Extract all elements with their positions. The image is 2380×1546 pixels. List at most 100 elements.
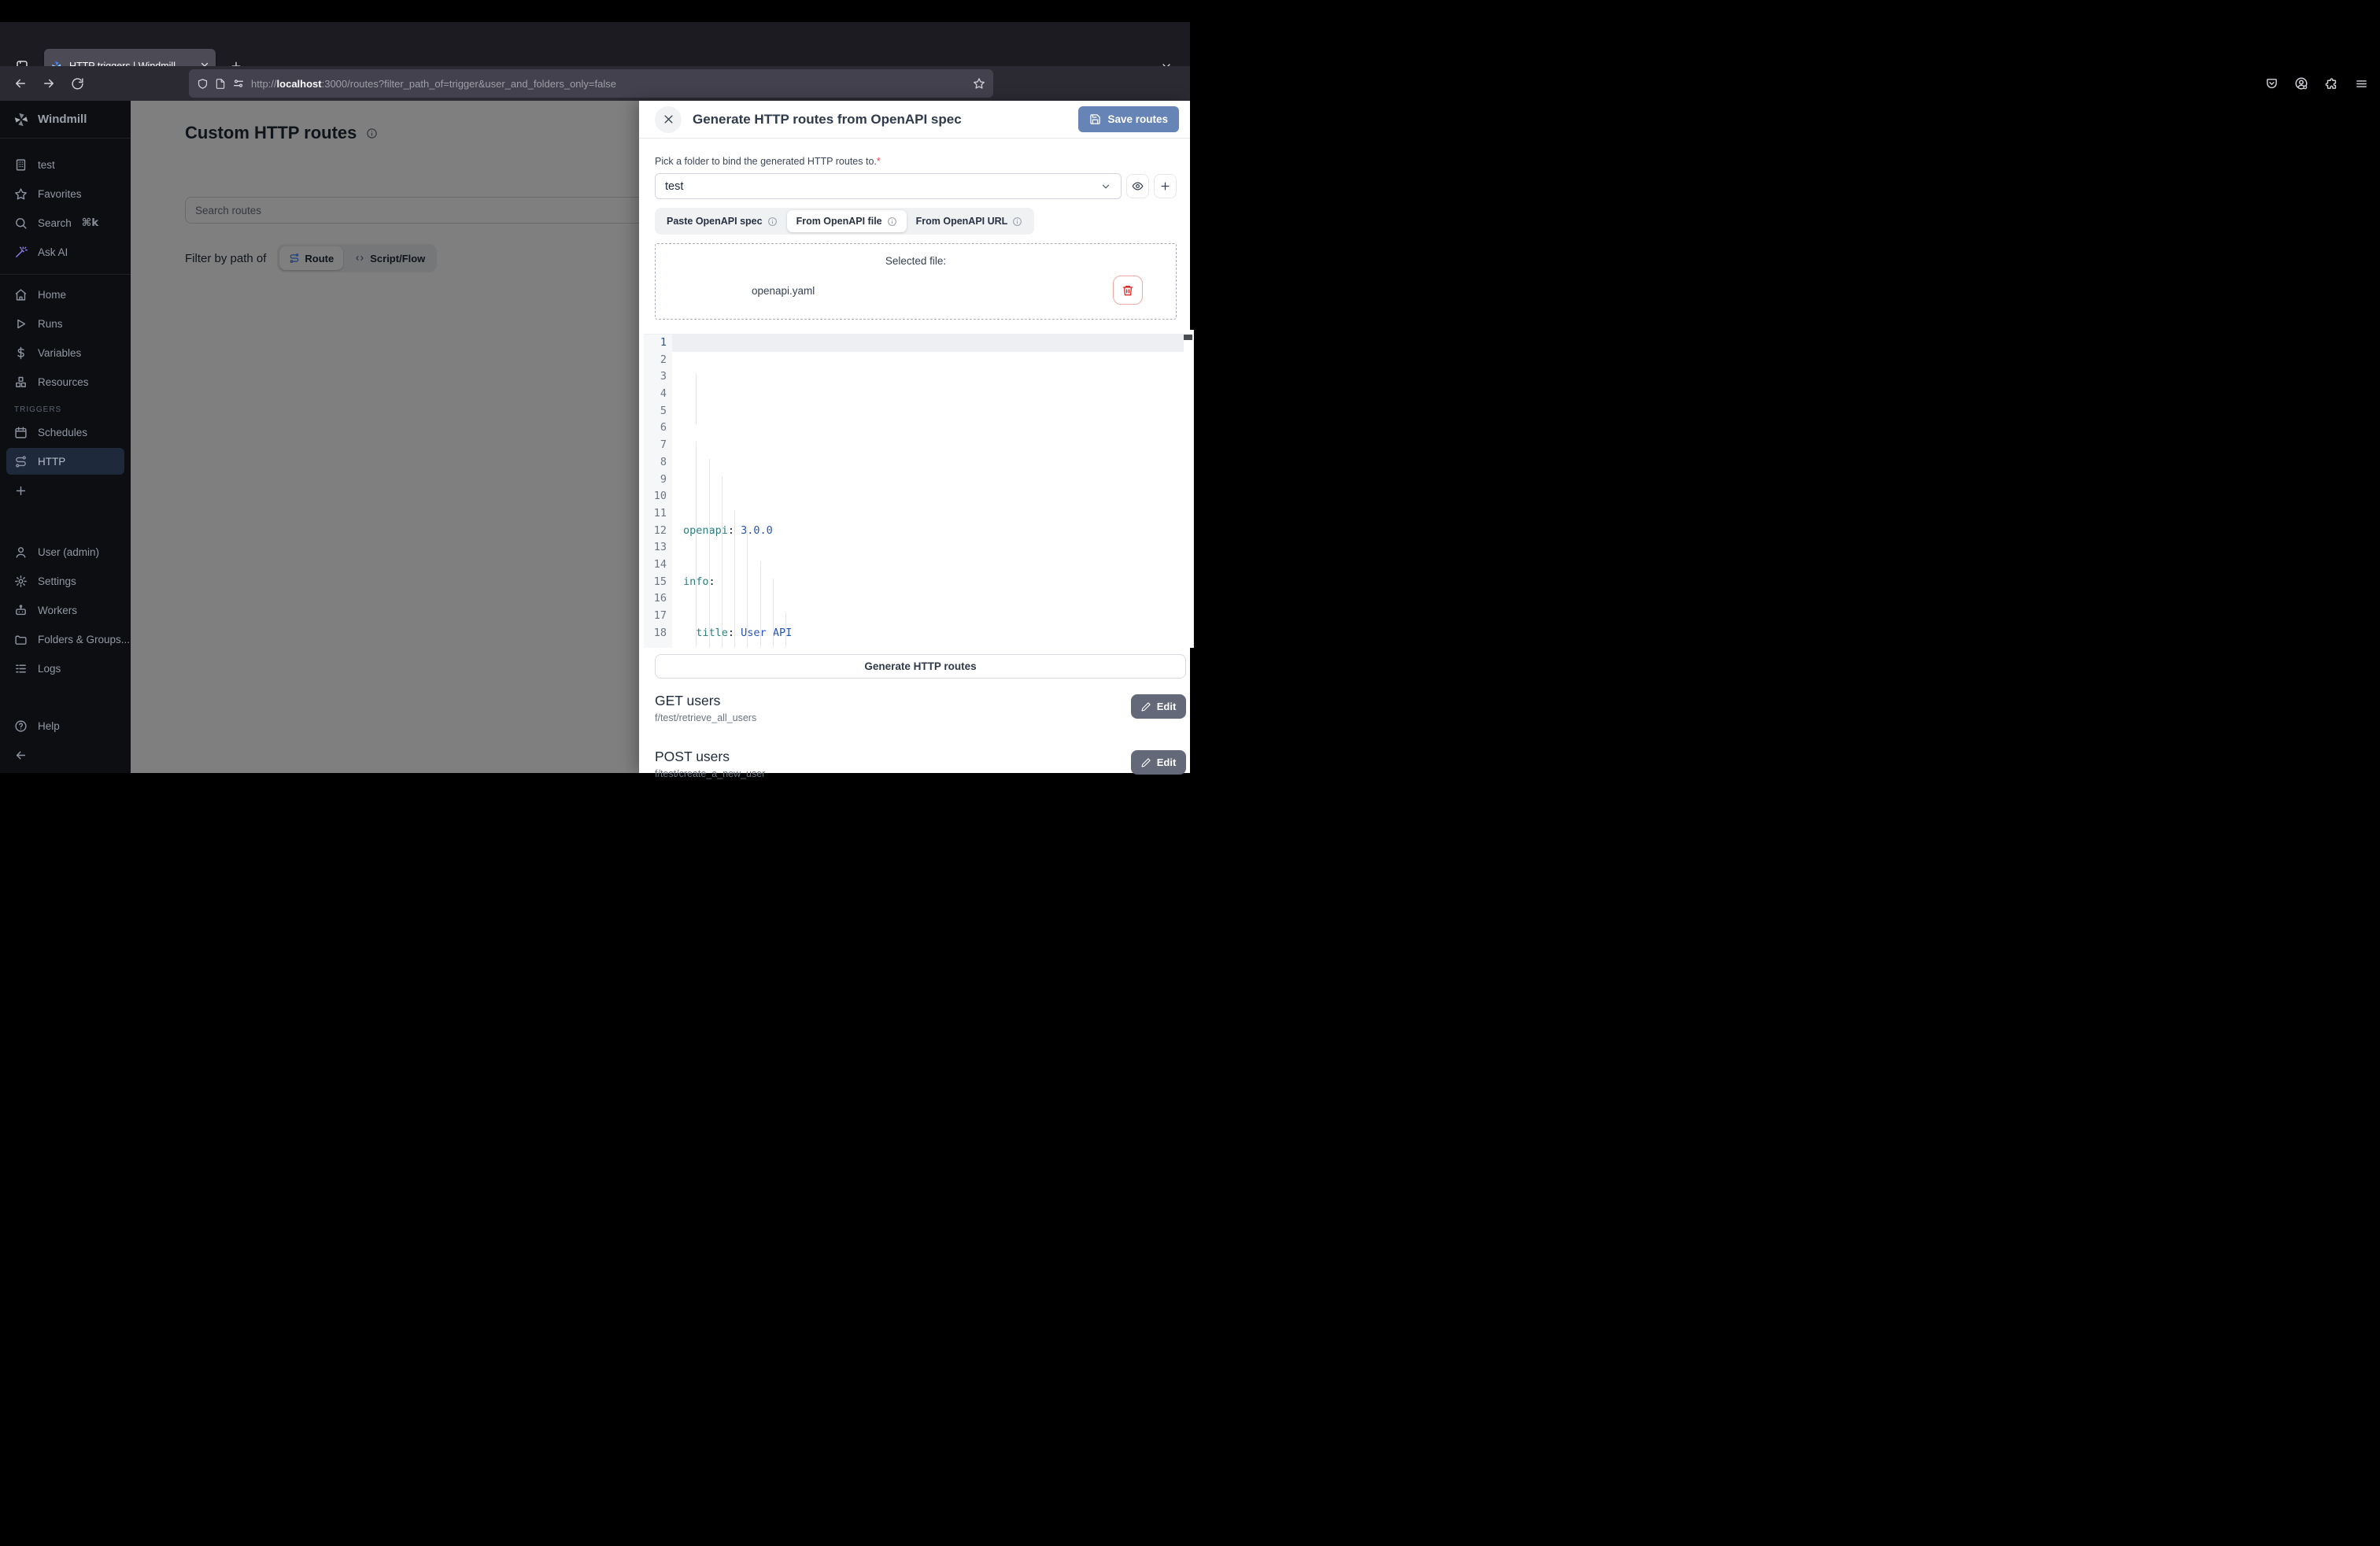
sidebar-item-user[interactable]: User (admin) [0, 538, 131, 565]
code-line: openapi: 3.0.0 [683, 523, 1183, 540]
sidebar-item-runs[interactable]: Runs [0, 310, 131, 337]
plus-icon [1159, 180, 1171, 192]
permissions-icon[interactable] [232, 77, 245, 90]
bookmark-star-icon[interactable] [973, 77, 985, 90]
add-folder-button[interactable] [1154, 174, 1177, 198]
account-icon [2294, 76, 2308, 91]
code-lines: openapi: 3.0.0 info: title: User API ver… [683, 335, 1183, 648]
spec-source-tabs: Paste OpenAPI spec From OpenAPI file Fro… [655, 208, 1034, 235]
sidebar-add-trigger[interactable] [0, 477, 131, 504]
drawer-header: Generate HTTP routes from OpenAPI spec S… [639, 101, 1190, 139]
generated-route-row: POST users f/test/create_a_new_user Edit [655, 749, 1186, 779]
info-icon[interactable] [1012, 216, 1022, 227]
wand-icon [14, 246, 28, 259]
line-numbers: 12 34 56 78 910 1112 1314 1516 1718 [644, 335, 672, 648]
tab-from-file[interactable]: From OpenAPI file [787, 210, 907, 232]
scrollbar-thumb[interactable] [1184, 335, 1192, 340]
folder-select[interactable]: test [655, 173, 1122, 199]
gear-icon [14, 575, 28, 588]
cubes-icon [14, 375, 28, 389]
browser-tab-strip: HTTP triggers | Windmill [0, 22, 1190, 66]
windmill-logo [13, 111, 30, 128]
info-icon[interactable] [887, 216, 897, 227]
sidebar-item-workspace[interactable]: test [0, 151, 131, 178]
pocket-icon [2265, 77, 2278, 91]
sidebar-item-search[interactable]: Search ⌘k [0, 209, 131, 236]
code-line: title: User API [683, 625, 1183, 642]
sidebar-item-schedules[interactable]: Schedules [0, 419, 131, 446]
save-routes-button[interactable]: Save routes [1078, 106, 1179, 132]
shield-icon[interactable] [197, 78, 209, 90]
macos-menubar [0, 0, 1190, 22]
url-bar[interactable]: http://localhost:3000/routes?filter_path… [189, 69, 993, 98]
route-path: f/test/create_a_new_user [655, 768, 1186, 779]
code-line: info: [683, 574, 1183, 591]
app-window: Windmill test Favorites Search ⌘k Ask AI… [0, 101, 1190, 773]
building-icon [14, 158, 28, 172]
account-button[interactable] [2289, 69, 2314, 98]
indent-guide [696, 442, 697, 647]
info-icon[interactable] [767, 216, 778, 227]
user-icon [14, 546, 28, 559]
indent-guide [785, 612, 786, 647]
indent-guide [747, 527, 748, 647]
code-editor[interactable]: 12 34 56 78 910 1112 1314 1516 1718 [644, 330, 1194, 648]
folder-icon [14, 633, 28, 646]
sidebar-item-logs[interactable]: Logs [0, 655, 131, 682]
sidebar-item-home[interactable]: Home [0, 281, 131, 308]
sidebar-item-ask-ai[interactable]: Ask AI [0, 239, 131, 265]
sidebar-item-workers[interactable]: Workers [0, 597, 131, 623]
folder-select-row: test [655, 173, 1177, 199]
hamburger-icon [2355, 77, 2368, 91]
drawer-close-button[interactable] [655, 106, 682, 133]
sidebar-item-http[interactable]: HTTP [6, 448, 124, 475]
sidebar-item-help[interactable]: Help [0, 712, 131, 739]
pocket-button[interactable] [2259, 69, 2284, 98]
back-button[interactable] [8, 71, 33, 96]
chevron-down-icon [1100, 181, 1111, 192]
indent-guide [709, 459, 710, 647]
arrow-left-icon [14, 749, 28, 762]
eye-icon [1132, 180, 1144, 192]
sidebar-item-folders[interactable]: Folders & Groups... [0, 626, 131, 653]
reload-button[interactable] [65, 71, 90, 96]
reload-icon [71, 77, 84, 91]
sidebar-item-settings[interactable]: Settings [0, 568, 131, 594]
robot-icon [14, 604, 28, 617]
home-icon [14, 288, 28, 301]
pencil-icon [1141, 757, 1151, 767]
remove-file-button[interactable] [1113, 276, 1143, 305]
selected-file-box: Selected file: openapi.yaml [655, 243, 1177, 320]
sidebar-item-favorites[interactable]: Favorites [0, 180, 131, 207]
scrollbar-track [1193, 330, 1194, 648]
tab-paste-spec[interactable]: Paste OpenAPI spec [657, 210, 787, 232]
page-info-icon[interactable] [215, 78, 226, 90]
indent-guide [773, 579, 774, 647]
close-icon [663, 113, 674, 125]
extensions-button[interactable] [2319, 69, 2344, 98]
search-icon [14, 216, 28, 230]
sidebar-item-resources[interactable]: Resources [0, 368, 131, 395]
drawer-title: Generate HTTP routes from OpenAPI spec [693, 112, 1067, 128]
url-text[interactable]: http://localhost:3000/routes?filter_path… [251, 78, 966, 90]
forward-button[interactable] [36, 71, 61, 96]
play-icon [14, 317, 28, 331]
dollar-icon [14, 346, 28, 360]
tab-from-url[interactable]: From OpenAPI URL [907, 210, 1033, 232]
windmill-brand[interactable]: Windmill [0, 101, 131, 139]
drawer-body: Pick a folder to bind the generated HTTP… [639, 139, 1190, 320]
toolbar-right-buttons [2259, 69, 2374, 98]
save-icon [1089, 113, 1101, 125]
generate-routes-button[interactable]: Generate HTTP routes [655, 654, 1186, 679]
puzzle-icon [2325, 77, 2338, 91]
sidebar-item-variables[interactable]: Variables [0, 339, 131, 366]
sidebar-divider [0, 274, 131, 275]
required-asterisk: * [877, 156, 881, 167]
sidebar-collapse-button[interactable] [0, 742, 131, 768]
arrow-left-icon [13, 76, 28, 91]
edit-route-button[interactable]: Edit [1131, 694, 1186, 719]
edit-route-button[interactable]: Edit [1131, 750, 1186, 775]
view-folder-button[interactable] [1126, 174, 1149, 198]
menu-button[interactable] [2349, 69, 2374, 98]
generate-routes-drawer: Generate HTTP routes from OpenAPI spec S… [639, 101, 1190, 773]
